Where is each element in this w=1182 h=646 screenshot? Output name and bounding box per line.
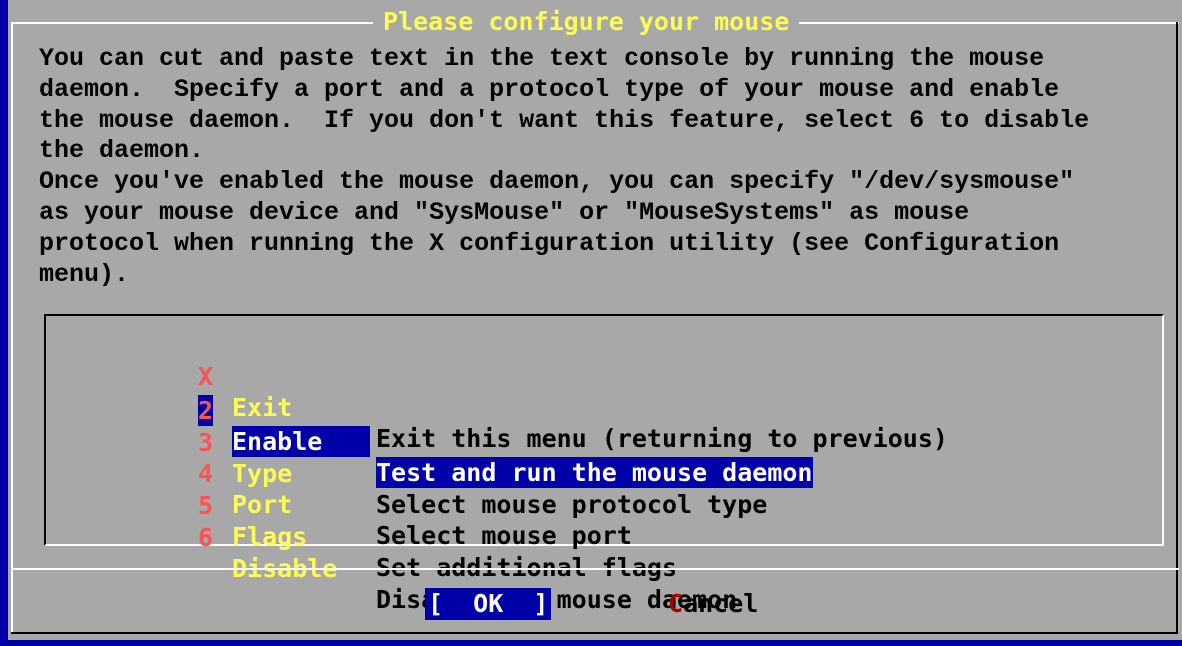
menu-item-key: 5: [198, 491, 214, 520]
dialog-title: Please configure your mouse: [373, 6, 800, 38]
menu-item-desc: Test and run the mouse daemon: [376, 457, 813, 488]
menu-item-name: Exit: [232, 393, 293, 422]
menu-item-exit[interactable]: X Exit Exit this menu (returning to prev…: [46, 330, 948, 453]
menu-item-name: Enable: [232, 426, 370, 457]
menu-item-key: 4: [198, 459, 214, 488]
menu-item-key: 6: [198, 523, 214, 552]
menu-item-key: 2: [198, 395, 214, 426]
menu-item-desc: Exit this menu (returning to previous): [376, 424, 948, 453]
menu-item-name: Flags: [232, 522, 308, 551]
ok-button[interactable]: [ OK ]: [425, 588, 552, 620]
menu-item-name: Type: [232, 459, 293, 488]
menu-item-key: 3: [198, 428, 214, 457]
menu-item-desc: Select mouse protocol type: [376, 490, 768, 519]
frame-left-border: [11, 22, 13, 634]
menu-item-name: Port: [232, 490, 293, 519]
mouse-config-dialog: Please configure your mouse You can cut …: [8, 0, 1182, 640]
cancel-button[interactable]: Cancel: [668, 588, 758, 620]
menu-item-desc: Select mouse port: [376, 521, 632, 550]
button-area-divider: [11, 568, 1179, 570]
menu-item-key: X: [198, 362, 214, 391]
menu-item-type[interactable]: 3 Type Select mouse protocol type: [46, 396, 767, 519]
frame-right-border: [1176, 22, 1178, 634]
dialog-prompt-text: You can cut and paste text in the text c…: [39, 44, 1090, 289]
menu-item-enable[interactable]: 2 Enable Test and run the mouse daemon: [46, 364, 813, 488]
menu-item-disable[interactable]: 6 Disable Disable the mouse daemon: [46, 491, 737, 614]
frame-bottom-border: [11, 632, 1178, 634]
menu-item-port[interactable]: 4 Port Select mouse port: [46, 427, 632, 550]
menu-list: X Exit Exit this menu (returning to prev…: [44, 314, 1164, 614]
cancel-hotkey: C: [668, 589, 684, 618]
cancel-label: ancel: [683, 589, 759, 618]
menu-item-flags[interactable]: 5 Flags Set additional flags: [46, 459, 677, 582]
